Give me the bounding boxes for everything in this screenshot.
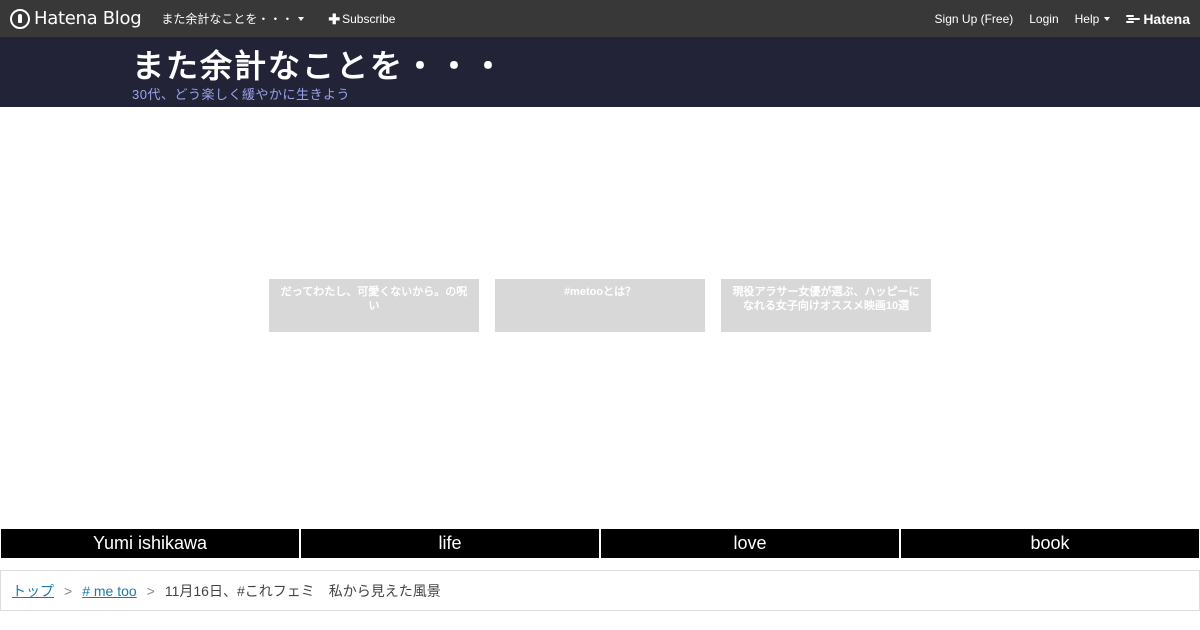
category-nav: Yumi ishikawa life love book [0,528,1200,559]
brand-text: Hatena Blog [34,8,142,29]
breadcrumb: トップ > # me too > 11月16日、#これフェミ 私から見えた風景 [0,570,1200,611]
breadcrumb-separator: > [146,582,155,599]
plus-icon: ✚ [328,10,341,27]
category-tab-book[interactable]: book [900,528,1200,559]
blog-header: また余計なことを・・・ 30代、どう楽しく緩やかに生きよう [0,37,1200,107]
hatena-logo-icon [1126,14,1141,24]
blog-description: 30代、どう楽しく緩やかに生きよう [132,87,350,102]
breadcrumb-current: 11月16日、#これフェミ 私から見えた風景 [164,582,441,599]
help-menu[interactable]: Help [1075,12,1111,26]
hatena-blog-icon [10,8,30,29]
category-tab-love[interactable]: love [600,528,900,559]
category-tab-life[interactable]: life [300,528,600,559]
chevron-down-icon [1104,16,1111,21]
breadcrumb-top-link[interactable]: トップ [12,581,54,601]
signup-link[interactable]: Sign Up (Free) [935,12,1014,26]
related-entry[interactable]: だってわたし、可愛くないから。の呪い [269,279,479,332]
related-entry-title: #metooとは？ [563,286,637,298]
hatena-logo[interactable]: Hatena [1126,11,1190,27]
hatena-blog-logo[interactable]: Hatena Blog [10,0,142,37]
related-entry[interactable]: #metooとは？ [495,279,705,332]
subscribe-label: Subscribe [342,11,396,26]
related-entry-title: 現役アラサー女優が選ぶ、ハッピーになれる女子向けオススメ映画10選 [732,286,920,312]
breadcrumb-separator: > [64,582,73,599]
global-header-right: Sign Up (Free) Login Help Hatena [919,0,1200,37]
help-label: Help [1074,11,1100,26]
blog-title[interactable]: また余計なことを・・・ [132,41,506,87]
category-tab-yumi-ishikawa[interactable]: Yumi ishikawa [0,528,300,559]
subscribe-button[interactable]: ✚ Subscribe [328,12,395,26]
chevron-down-icon [298,16,305,21]
global-header: Hatena Blog また余計なことを・・・ ✚ Subscribe Sign… [0,0,1200,37]
related-entry[interactable]: 現役アラサー女優が選ぶ、ハッピーになれる女子向けオススメ映画10選 [721,279,931,332]
login-link[interactable]: Login [1029,12,1058,26]
related-entry-title: だってわたし、可愛くないから。の呪い [280,286,468,312]
blog-menu-label: また余計なことを・・・ [161,12,294,26]
blog-menu-dropdown[interactable]: また余計なことを・・・ [161,10,305,27]
hatena-logo-text: Hatena [1143,10,1190,27]
breadcrumb-category-link[interactable]: # me too [82,583,136,599]
